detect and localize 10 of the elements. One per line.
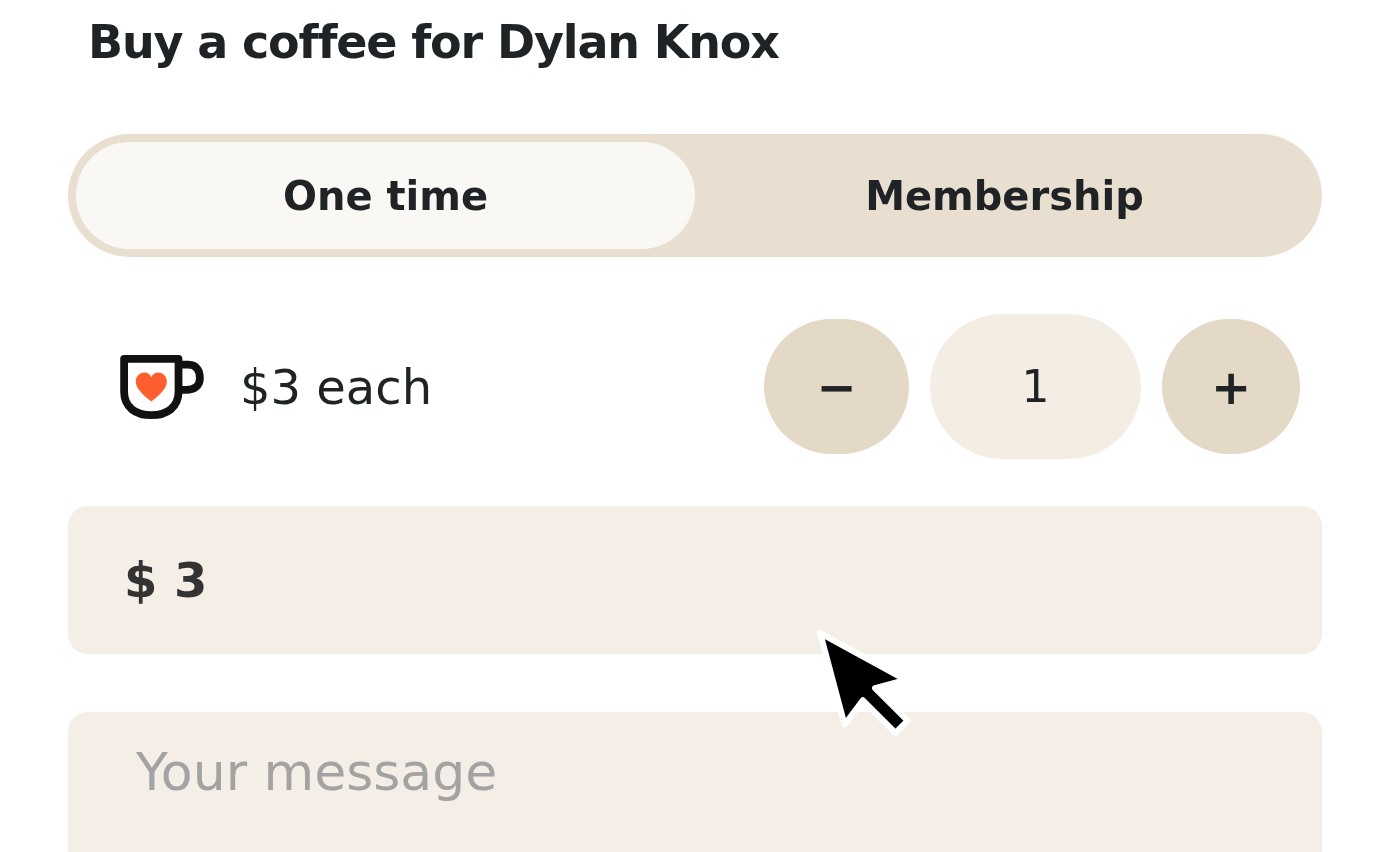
tab[interactable]: Membership (695, 142, 1314, 249)
price-label: $3 each (240, 357, 433, 417)
message-field[interactable]: Your message (68, 712, 1322, 852)
increase-button[interactable]: + (1162, 319, 1300, 454)
coffee-cup-icon (118, 352, 206, 421)
quantity-field[interactable]: 1 (930, 314, 1141, 459)
decrease-button[interactable]: − (764, 319, 909, 454)
page-title: Buy a coffee for Dylan Knox (88, 14, 780, 71)
tab[interactable]: One time (76, 142, 695, 249)
amount-field[interactable]: $ 3 (68, 506, 1322, 654)
